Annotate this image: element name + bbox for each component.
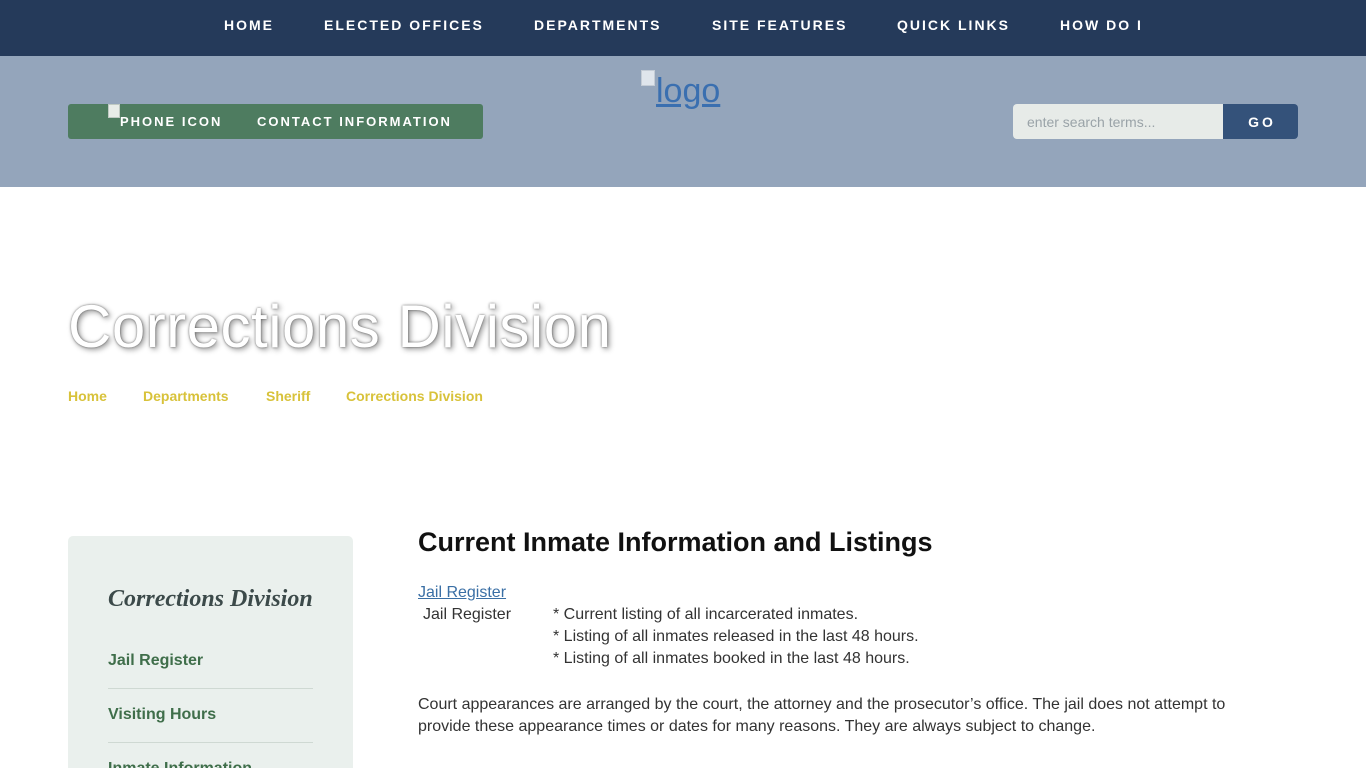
logo-alt-text: logo bbox=[656, 72, 721, 110]
court-appearances-text: Court appearances are arranged by the co… bbox=[418, 696, 1226, 735]
top-navigation: HOME ELECTED OFFICES DEPARTMENTS SITE FE… bbox=[0, 0, 1366, 56]
content-heading: Current Inmate Information and Listings bbox=[418, 527, 933, 557]
sidebar-divider bbox=[108, 742, 313, 743]
jail-register-link[interactable]: Jail Register bbox=[418, 584, 506, 602]
jail-register-label: Jail Register bbox=[423, 606, 512, 623]
sidebar-item-inmate-information[interactable]: Inmate Information bbox=[108, 760, 313, 768]
jail-register-detail: * Current listing of all incarcerated in… bbox=[553, 606, 859, 623]
sidebar-divider bbox=[108, 688, 313, 689]
broken-image-icon bbox=[641, 70, 655, 86]
site-logo[interactable]: logo bbox=[641, 70, 741, 112]
search-go-button[interactable]: GO bbox=[1223, 104, 1298, 139]
sidebar-item-visiting-hours[interactable]: Visiting Hours bbox=[108, 706, 313, 724]
breadcrumb-sheriff[interactable]: Sheriff bbox=[266, 388, 310, 404]
phone-icon bbox=[108, 104, 120, 118]
jail-register-detail: * Listing of all inmates released in the… bbox=[553, 628, 919, 645]
nav-item-site-features[interactable]: SITE FEATURES bbox=[712, 17, 847, 33]
contact-information-button[interactable]: PHONE ICON CONTACT INFORMATION bbox=[68, 104, 483, 139]
sidebar-title: Corrections Division bbox=[108, 586, 313, 612]
nav-item-how-do-i[interactable]: HOW DO I bbox=[1060, 17, 1143, 33]
nav-item-elected-offices[interactable]: ELECTED OFFICES bbox=[324, 17, 484, 33]
breadcrumb-corrections-division[interactable]: Corrections Division bbox=[346, 388, 483, 404]
phone-icon-alt-text: PHONE ICON bbox=[120, 114, 223, 129]
breadcrumb-home[interactable]: Home bbox=[68, 388, 107, 404]
search-input[interactable] bbox=[1013, 104, 1223, 139]
nav-item-quick-links[interactable]: QUICK LINKS bbox=[897, 17, 1010, 33]
page-title: Corrections Division bbox=[68, 293, 612, 360]
sidebar-item-jail-register[interactable]: Jail Register bbox=[108, 652, 313, 670]
breadcrumb-departments[interactable]: Departments bbox=[143, 388, 229, 404]
contact-information-label: CONTACT INFORMATION bbox=[257, 114, 452, 129]
site-header: PHONE ICON CONTACT INFORMATION logo GO bbox=[0, 56, 1366, 187]
jail-register-detail: * Listing of all inmates booked in the l… bbox=[553, 650, 910, 667]
nav-item-departments[interactable]: DEPARTMENTS bbox=[534, 17, 662, 33]
sidebar: Corrections Division Jail Register Visit… bbox=[68, 536, 353, 768]
nav-item-home[interactable]: HOME bbox=[224, 17, 274, 33]
